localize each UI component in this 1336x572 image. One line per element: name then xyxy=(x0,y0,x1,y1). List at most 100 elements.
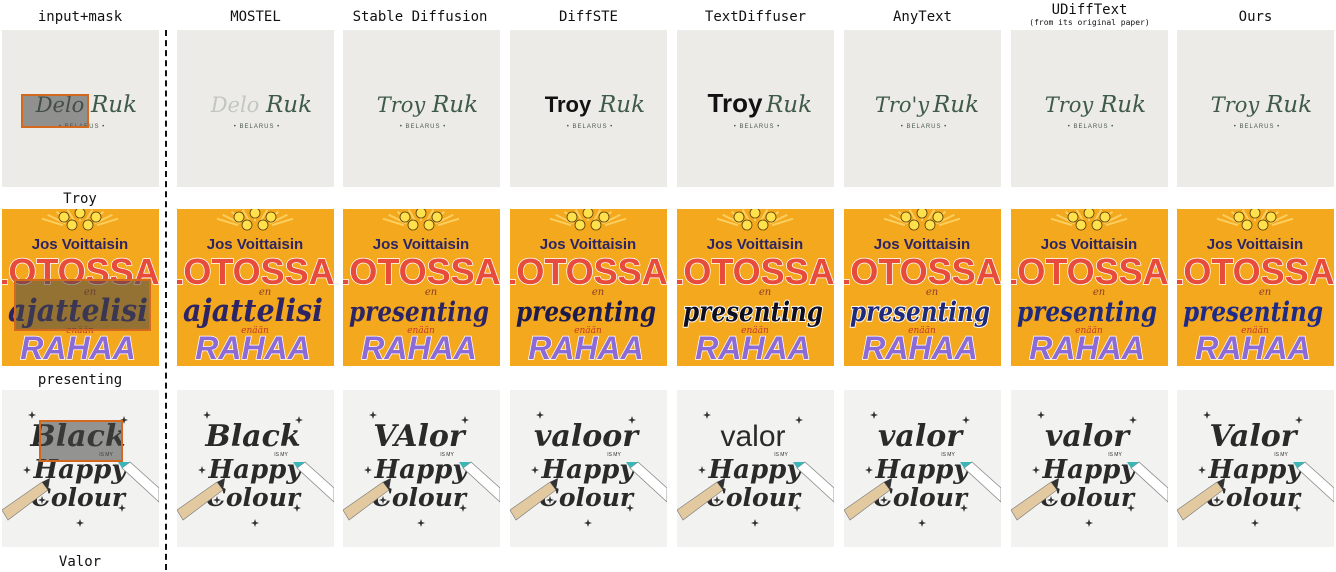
second-word: Ruk xyxy=(265,92,312,118)
lottery-ball-icon xyxy=(1257,219,1269,231)
sample-image: Troy Ruk • BELARUS • xyxy=(1177,30,1334,187)
header-ours: Ours xyxy=(1238,9,1273,25)
image-cell-stable-diffusion-row1: Troy Ruk • BELARUS • xyxy=(343,30,500,187)
second-word: Ruk xyxy=(431,92,478,118)
generated-word: VAlor xyxy=(373,419,467,454)
header-input-mask: input+mask xyxy=(37,9,123,25)
lottery-ball-icon xyxy=(90,211,102,223)
image-cell-mostel-row2: Jos VoittaisinLOTOSSA,enajattelisienäänR… xyxy=(177,209,334,366)
lottery-ball-icon xyxy=(1075,219,1087,231)
sample-image: Troy Ruk • BELARUS • xyxy=(510,30,667,187)
sample-image: Troy Ruk • BELARUS • xyxy=(677,30,834,187)
bottom-line: RAHAA xyxy=(862,330,978,366)
big-line: LOTOSSA, xyxy=(844,251,1001,292)
column-divider xyxy=(165,30,167,570)
generated-word: presenting xyxy=(683,297,823,328)
big-line: LOTOSSA, xyxy=(1011,251,1168,292)
big-line: LOTOSSA, xyxy=(677,251,834,292)
image-cell-stable-diffusion-row3: VAlor IS MY Happy Colour xyxy=(343,390,500,547)
lottery-ball-icon xyxy=(916,209,928,219)
caption-text: • BELARUS • xyxy=(234,124,281,130)
lottery-ball-icon xyxy=(233,211,245,223)
bottom-line: RAHAA xyxy=(195,330,311,366)
sample-image: valorIS MYHappyColour xyxy=(844,390,1001,547)
bottom-line: RAHAA xyxy=(1195,330,1311,366)
lottery-ball-icon xyxy=(265,211,277,223)
header-udifftext-label: UDiffText xyxy=(1051,2,1128,18)
header-mostel: MOSTEL xyxy=(230,9,281,25)
lottery-ball-icon xyxy=(431,211,443,223)
generated-word: ajattelisi xyxy=(183,293,323,329)
second-word: Ruk xyxy=(765,92,812,118)
second-word: Ruk xyxy=(598,92,645,118)
row-label-valor: Valor xyxy=(58,554,102,570)
generated-word: presenting xyxy=(1017,297,1157,328)
lottery-ball-icon xyxy=(598,211,610,223)
generated-word: presenting xyxy=(516,297,656,328)
lottery-ball-icon xyxy=(1249,209,1261,219)
bottom-line: RAHAA xyxy=(695,330,811,366)
lottery-ball-icon xyxy=(749,209,761,219)
lottery-ball-icon xyxy=(757,219,769,231)
lottery-ball-icon xyxy=(399,211,411,223)
generated-word: Troy xyxy=(545,92,592,117)
image-cell-anytext-row3: valor IS MY Happy Colour xyxy=(844,390,1001,547)
sample-image: Jos VoittaisinLOTOSSA,enpresentingenäänR… xyxy=(1177,209,1334,366)
image-cell-input-row3: BlackIS MYHappyColour xyxy=(2,390,159,547)
second-word: Ruk xyxy=(1265,92,1312,118)
bottom-line: RAHAA xyxy=(1029,330,1145,366)
generated-word: presenting xyxy=(850,297,990,328)
image-cell-udifftext-row1: Troy Ruk • BELARUS • xyxy=(1011,30,1168,187)
big-line: LOTOSSA, xyxy=(343,251,500,292)
header-textdiffuser: TextDiffuser xyxy=(704,9,807,25)
lottery-ball-icon xyxy=(1265,211,1277,223)
image-cell-ours-row1: Troy Ruk • BELARUS • xyxy=(1177,30,1334,187)
sample-image: DeloRuk • BELARUS • xyxy=(177,30,334,187)
lottery-ball-icon xyxy=(423,219,435,231)
lottery-ball-icon xyxy=(932,211,944,223)
sample-image: VAlorIS MYHappyColour xyxy=(343,390,500,547)
sample-image: Jos VoittaisinLOTOSSA,enpresentingenäänR… xyxy=(1011,209,1168,366)
lottery-ball-icon xyxy=(415,209,427,219)
lottery-ball-icon xyxy=(249,209,261,219)
generated-word: presenting xyxy=(1183,297,1323,328)
lottery-ball-icon xyxy=(574,219,586,231)
sample-image: Jos VoittaisinLOTOSSA,enpresentingenäänR… xyxy=(677,209,834,366)
row-label-presenting: presenting xyxy=(37,372,123,388)
lottery-ball-icon xyxy=(1067,211,1079,223)
lottery-ball-icon xyxy=(566,211,578,223)
generated-word: presenting xyxy=(349,297,489,328)
caption-text: • BELARUS • xyxy=(1068,124,1115,130)
generated-word: Delo xyxy=(210,93,260,117)
generated-word: valor xyxy=(878,419,964,454)
generated-word: Black xyxy=(204,419,300,454)
image-cell-mostel-row1: Delo Ruk • BELARUS • xyxy=(177,30,334,187)
lottery-ball-icon xyxy=(82,219,94,231)
image-cell-input-row2: Jos VoittaisinLOTOSSA,enajattelisienäänR… xyxy=(2,209,159,366)
big-line: LOTOSSA, xyxy=(510,251,667,292)
generated-word: valor xyxy=(720,420,785,453)
mask-box xyxy=(21,94,89,128)
lottery-ball-icon xyxy=(1233,211,1245,223)
sample-image: valoorIS MYHappyColour xyxy=(510,390,667,547)
sample-image: BlackIS MYHappyColour xyxy=(2,390,159,547)
image-cell-mostel-row3: Black IS MY Happy Colour xyxy=(177,390,334,547)
image-cell-diffste-row1: Troy Ruk • BELARUS • xyxy=(510,30,667,187)
image-cell-udifftext-row2: Jos VoittaisinLOTOSSA,enpresentingenäänR… xyxy=(1011,209,1168,366)
generated-word: Tro'y xyxy=(875,93,930,117)
lottery-ball-icon xyxy=(257,219,269,231)
caption-text: • BELARUS • xyxy=(734,124,781,130)
lottery-ball-icon xyxy=(733,211,745,223)
row-label-troy: Troy xyxy=(63,191,97,207)
second-word: Ruk xyxy=(90,92,137,118)
sample-image: Jos VoittaisinLOTOSSA,enpresentingenäänR… xyxy=(510,209,667,366)
lottery-ball-icon xyxy=(590,219,602,231)
second-word: Ruk xyxy=(1099,92,1146,118)
image-cell-ours-row3: Valor IS MY Happy Colour xyxy=(1177,390,1334,547)
caption-text: • BELARUS • xyxy=(901,124,948,130)
sample-image: BlackIS MYHappyColour xyxy=(177,390,334,547)
sample-image: Jos VoittaisinLOTOSSA,enpresentingenäänR… xyxy=(343,209,500,366)
mask-box xyxy=(14,279,151,331)
sample-image: valorIS MYHappyColour xyxy=(1011,390,1168,547)
lottery-ball-icon xyxy=(407,219,419,231)
